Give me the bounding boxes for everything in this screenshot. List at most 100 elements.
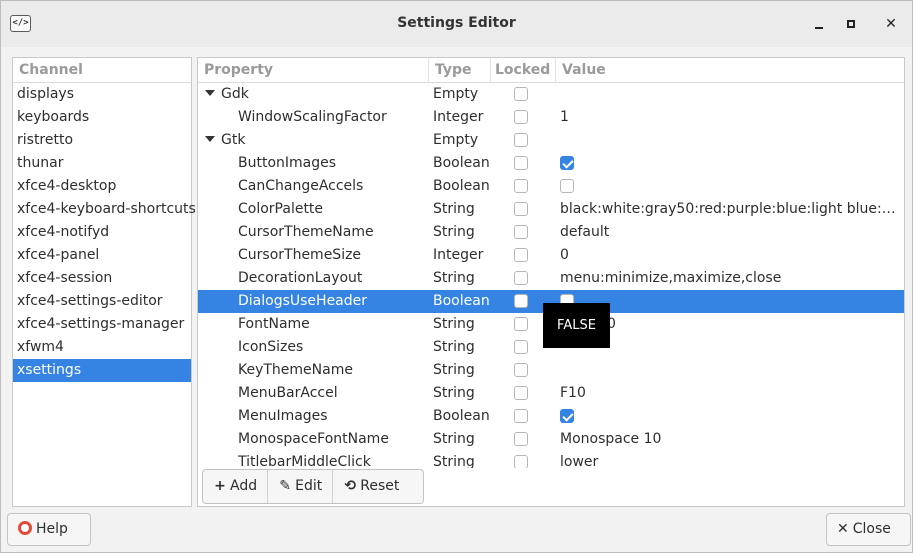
property-value[interactable] — [560, 129, 900, 152]
property-row-Gtk[interactable]: Gtk Empty — [198, 129, 904, 152]
expander-arrow-icon[interactable] — [205, 136, 215, 142]
channel-item-xfce4-settings-editor[interactable]: xfce4-settings-editor — [13, 290, 191, 313]
property-label: ButtonImages — [238, 155, 337, 171]
column-header-property[interactable]: Property — [198, 58, 429, 83]
property-row-TitlebarMiddleClick[interactable]: TitlebarMiddleClick String lower — [198, 451, 904, 468]
channel-item-xfce4-notifyd[interactable]: xfce4-notifyd — [13, 221, 191, 244]
help-button[interactable]: Help — [7, 513, 91, 546]
value-checkbox[interactable] — [560, 409, 574, 423]
property-value[interactable]: F10 — [560, 382, 900, 405]
add-button-label: Add — [230, 478, 258, 494]
locked-cell — [514, 106, 532, 129]
channel-item-xfce4-settings-manager[interactable]: xfce4-settings-manager — [13, 313, 191, 336]
column-header-type[interactable]: Type — [429, 58, 491, 83]
channel-item-xsettings[interactable]: xsettings — [13, 359, 191, 382]
property-row-KeyThemeName[interactable]: KeyThemeName String — [198, 359, 904, 382]
locked-checkbox[interactable] — [514, 409, 528, 423]
close-window-button[interactable]: ✕ — [881, 14, 901, 34]
locked-checkbox[interactable] — [514, 248, 528, 262]
property-toolbar: + Add ✎ Edit ⟲ Reset — [202, 469, 424, 504]
channel-column-header[interactable]: Channel — [13, 58, 191, 83]
channel-item-thunar[interactable]: thunar — [13, 152, 191, 175]
edit-button[interactable]: ✎ Edit — [268, 470, 334, 503]
property-value[interactable]: Monospace 10 — [560, 428, 900, 451]
expander-arrow-icon[interactable] — [205, 90, 215, 96]
locked-cell — [514, 221, 532, 244]
locked-checkbox[interactable] — [514, 225, 528, 239]
property-type: String — [433, 385, 475, 401]
property-row-CursorThemeSize[interactable]: CursorThemeSize Integer 0 — [198, 244, 904, 267]
locked-checkbox[interactable] — [514, 455, 528, 468]
locked-checkbox[interactable] — [514, 317, 528, 331]
property-row-ColorPalette[interactable]: ColorPalette String black:white:gray50:red… — [198, 198, 904, 221]
property-name: MenuImages — [198, 405, 429, 428]
channel-item-xfwm4[interactable]: xfwm4 — [13, 336, 191, 359]
property-type: Integer — [433, 109, 484, 125]
locked-cell — [514, 175, 532, 198]
property-value[interactable]: Sans 10 — [560, 313, 900, 336]
property-label: FontName — [238, 316, 310, 332]
channel-item-displays[interactable]: displays — [13, 83, 191, 106]
locked-checkbox[interactable] — [514, 294, 528, 308]
property-tree[interactable]: Property Type Locked Value Gdk Empty Windo… — [197, 57, 905, 507]
property-row-DecorationLayout[interactable]: DecorationLayout String menu:minimize,maxi… — [198, 267, 904, 290]
locked-checkbox[interactable] — [514, 202, 528, 216]
locked-checkbox[interactable] — [514, 87, 528, 101]
column-header-locked[interactable]: Locked — [491, 58, 556, 83]
property-row-MenuBarAccel[interactable]: MenuBarAccel String F10 — [198, 382, 904, 405]
property-row-MenuImages[interactable]: MenuImages Boolean — [198, 405, 904, 428]
channel-item-ristretto[interactable]: ristretto — [13, 129, 191, 152]
reset-button[interactable]: ⟲ Reset — [333, 470, 409, 503]
minimize-button[interactable] — [809, 14, 829, 34]
property-value[interactable] — [560, 359, 900, 382]
property-value[interactable] — [560, 83, 900, 106]
property-type: Empty — [433, 132, 479, 148]
property-value[interactable] — [560, 336, 900, 359]
property-row-MonospaceFontName[interactable]: MonospaceFontName String Monospace 10 — [198, 428, 904, 451]
locked-checkbox[interactable] — [514, 432, 528, 446]
titlebar[interactable]: </> Settings Editor ✕ — [1, 1, 912, 47]
channel-item-xfce4-keyboard-shortcuts[interactable]: xfce4-keyboard-shortcuts — [13, 198, 196, 221]
property-type: String — [433, 316, 475, 332]
channel-list[interactable]: Channel displays keyboards ristretto thunar… — [12, 57, 196, 507]
column-header-value[interactable]: Value — [556, 58, 904, 83]
property-value — [560, 152, 900, 175]
channel-item-xfce4-session[interactable]: xfce4-session — [13, 267, 191, 290]
locked-checkbox[interactable] — [514, 386, 528, 400]
property-row-CanChangeAccels[interactable]: CanChangeAccels Boolean — [198, 175, 904, 198]
maximize-button[interactable] — [841, 14, 861, 34]
locked-checkbox[interactable] — [514, 271, 528, 285]
property-name: CursorThemeSize — [198, 244, 429, 267]
locked-checkbox[interactable] — [514, 156, 528, 170]
channel-item-xfce4-panel[interactable]: xfce4-panel — [13, 244, 191, 267]
property-row-CursorThemeName[interactable]: CursorThemeName String default — [198, 221, 904, 244]
property-row-ButtonImages[interactable]: ButtonImages Boolean — [198, 152, 904, 175]
channel-item-xfce4-desktop[interactable]: xfce4-desktop — [13, 175, 191, 198]
locked-checkbox[interactable] — [514, 179, 528, 193]
locked-cell — [514, 336, 532, 359]
property-value[interactable]: black:white:gray50:red:purple:blue:light… — [560, 198, 900, 221]
locked-checkbox[interactable] — [514, 133, 528, 147]
property-name: DecorationLayout — [198, 267, 429, 290]
property-value[interactable]: menu:minimize,maximize,close — [560, 267, 900, 290]
property-value[interactable]: 0 — [560, 244, 900, 267]
value-checkbox[interactable] — [560, 156, 574, 170]
value-checkbox[interactable] — [560, 179, 574, 193]
property-value[interactable]: default — [560, 221, 900, 244]
property-row-Gdk[interactable]: Gdk Empty — [198, 83, 904, 106]
add-button[interactable]: + Add — [203, 470, 269, 503]
locked-checkbox[interactable] — [514, 363, 528, 377]
property-label: DialogsUseHeader — [238, 293, 368, 309]
property-name: KeyThemeName — [198, 359, 429, 382]
close-button[interactable]: ✕ Close — [826, 513, 911, 546]
property-value[interactable]: 1 — [560, 106, 900, 129]
property-value[interactable]: lower — [560, 451, 900, 468]
locked-checkbox[interactable] — [514, 110, 528, 124]
pencil-icon: ✎ — [279, 478, 291, 494]
property-type: String — [433, 339, 475, 355]
property-type: Boolean — [433, 178, 490, 194]
channel-item-keyboards[interactable]: keyboards — [13, 106, 191, 129]
property-row-WindowScalingFactor[interactable]: WindowScalingFactor Integer 1 — [198, 106, 904, 129]
locked-checkbox[interactable] — [514, 340, 528, 354]
property-type: String — [433, 431, 475, 447]
